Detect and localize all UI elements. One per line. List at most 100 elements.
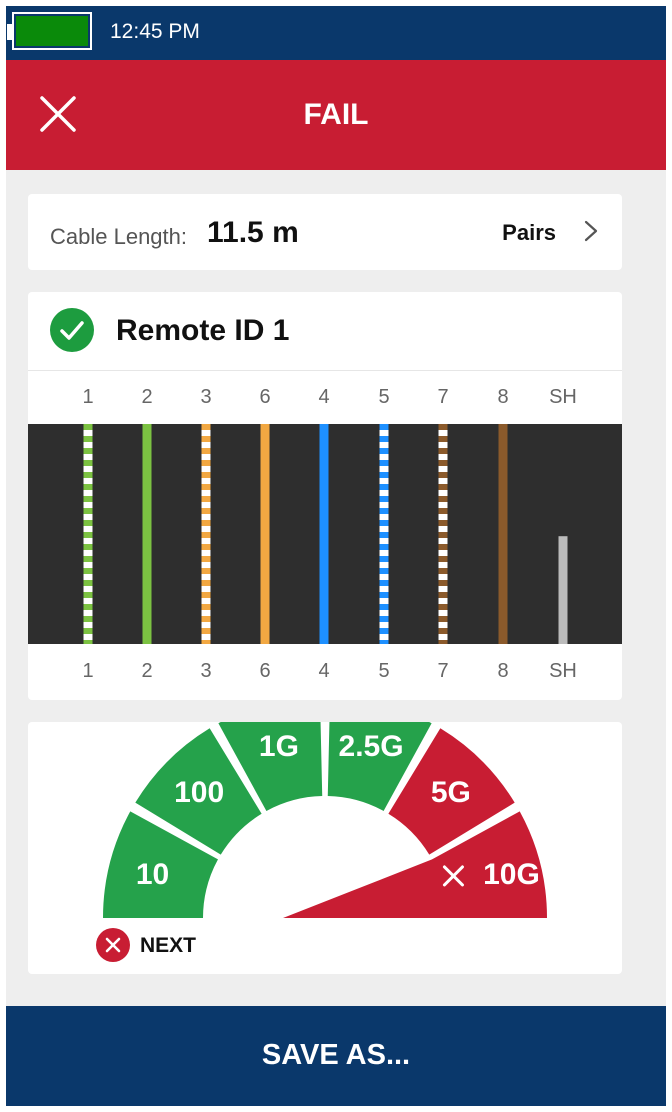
- wire-8: [498, 424, 508, 644]
- wire-1-stripe: [83, 592, 93, 598]
- pin-label-bottom-8: 8: [497, 660, 509, 682]
- wire-5-stripe: [379, 568, 389, 574]
- wire-5-stripe: [379, 496, 389, 502]
- wire-1-stripe: [83, 472, 93, 478]
- wire-7-stripe: [438, 640, 448, 644]
- pin-label-bottom-2: 2: [141, 660, 153, 682]
- remote-id-header: Remote ID 1: [28, 292, 622, 371]
- wire-3-stripe: [201, 424, 211, 430]
- speed-segment-1g-label: 1G: [259, 730, 299, 763]
- wire-3-stripe: [201, 544, 211, 550]
- wire-7-stripe: [438, 556, 448, 562]
- wire-1-stripe: [83, 616, 93, 622]
- wire-1-stripe: [83, 508, 93, 514]
- check-circle-icon: [50, 308, 94, 352]
- wire-3: [201, 424, 211, 644]
- wire-1-stripe: [83, 580, 93, 586]
- wire-5-stripe: [379, 640, 389, 644]
- wire-3-stripe: [201, 628, 211, 634]
- speed-segment-100-label: 100: [174, 776, 224, 809]
- wire-1-stripe: [83, 604, 93, 610]
- wire-3-stripe: [201, 484, 211, 490]
- wire-5-stripe: [379, 544, 389, 550]
- next-label: NEXT: [140, 934, 197, 957]
- wire-1-stripe: [83, 568, 93, 574]
- wire-3-stripe: [201, 556, 211, 562]
- wire-5-stripe: [379, 604, 389, 610]
- wire-7-stripe: [438, 520, 448, 526]
- remote-id-title: Remote ID 1: [116, 314, 290, 347]
- pin-label-top-6: 6: [259, 386, 271, 408]
- wire-1: [83, 424, 93, 644]
- wire-4: [319, 424, 329, 644]
- wire-1-stripe: [83, 640, 93, 644]
- x-circle-icon: [96, 928, 130, 962]
- pin-label-top-1: 1: [82, 386, 94, 408]
- pin-label-bottom-6: 6: [259, 660, 271, 682]
- wire-3-stripe: [201, 580, 211, 586]
- wire-1-stripe: [83, 544, 93, 550]
- wire-3-stripe: [201, 532, 211, 538]
- status-time: 12:45 PM: [110, 20, 200, 43]
- wire-5-stripe: [379, 448, 389, 454]
- pin-label-top-5: 5: [378, 386, 390, 408]
- remote-id-card: Remote ID 1 1 2 3 6 4 5 7 8 SH 1 2 3 6 4 5 7 8 SH: [28, 292, 622, 700]
- wire-5-stripe: [379, 436, 389, 442]
- wire-6-body: [260, 424, 270, 644]
- wire-5: [379, 424, 389, 644]
- pin-label-top-7: 7: [437, 386, 449, 408]
- wire-3-stripe: [201, 604, 211, 610]
- battery-icon: [12, 12, 92, 50]
- wire-1-stripe: [83, 484, 93, 490]
- wire-3-stripe: [201, 508, 211, 514]
- cable-length-label: Cable Length:: [50, 224, 187, 249]
- pairs-button[interactable]: Pairs: [472, 194, 622, 270]
- wire-8-body: [498, 424, 508, 644]
- pairs-label: Pairs: [502, 220, 556, 245]
- wire-1-stripe: [83, 556, 93, 562]
- wire-7-stripe: [438, 484, 448, 490]
- wire-3-stripe: [201, 616, 211, 622]
- wire-sh: [558, 536, 568, 644]
- wire-6: [260, 424, 270, 644]
- chevron-right-icon: [584, 220, 598, 242]
- save-as-button[interactable]: SAVE AS...: [6, 1006, 666, 1106]
- wire-2-body: [142, 424, 152, 644]
- wire-3-stripe: [201, 520, 211, 526]
- wire-1-stripe: [83, 460, 93, 466]
- wire-sh-body: [558, 536, 568, 644]
- save-as-label: SAVE AS...: [261, 1039, 411, 1071]
- wire-7-stripe: [438, 448, 448, 454]
- wire-7-stripe: [438, 580, 448, 586]
- wire-3-stripe: [201, 460, 211, 466]
- wire-3-stripe: [201, 472, 211, 478]
- wire-5-stripe: [379, 628, 389, 634]
- pin-label-bottom-1: 1: [82, 660, 94, 682]
- pin-label-bottom-7: 7: [437, 660, 449, 682]
- wiremap-panel: [28, 424, 622, 644]
- wire-7-stripe: [438, 544, 448, 550]
- wire-7-stripe: [438, 628, 448, 634]
- wire-1-stripe: [83, 628, 93, 634]
- cable-length-card: Cable Length: 11.5 m Pairs: [28, 194, 622, 270]
- result-header: FAIL: [6, 60, 666, 170]
- wire-5-stripe: [379, 580, 389, 586]
- wire-1-stripe: [83, 532, 93, 538]
- pin-label-top-2: 2: [141, 386, 153, 408]
- wire-7-stripe: [438, 532, 448, 538]
- wire-7-stripe: [438, 460, 448, 466]
- wire-4-body: [319, 424, 329, 644]
- wire-5-stripe: [379, 472, 389, 478]
- wire-1-stripe: [83, 448, 93, 454]
- pin-label-bottom-5: 5: [378, 660, 390, 682]
- wire-3-stripe: [201, 640, 211, 644]
- wire-7-stripe: [438, 424, 448, 430]
- wire-7-stripe: [438, 436, 448, 442]
- status-bar: 12:45 PM: [6, 6, 666, 60]
- wire-1-stripe: [83, 496, 93, 502]
- wire-5-stripe: [379, 484, 389, 490]
- wire-7-stripe: [438, 472, 448, 478]
- speed-segment-10g-label: 10G: [483, 858, 540, 891]
- wire-5-stripe: [379, 616, 389, 622]
- pin-label-bottom-3: 3: [200, 660, 212, 682]
